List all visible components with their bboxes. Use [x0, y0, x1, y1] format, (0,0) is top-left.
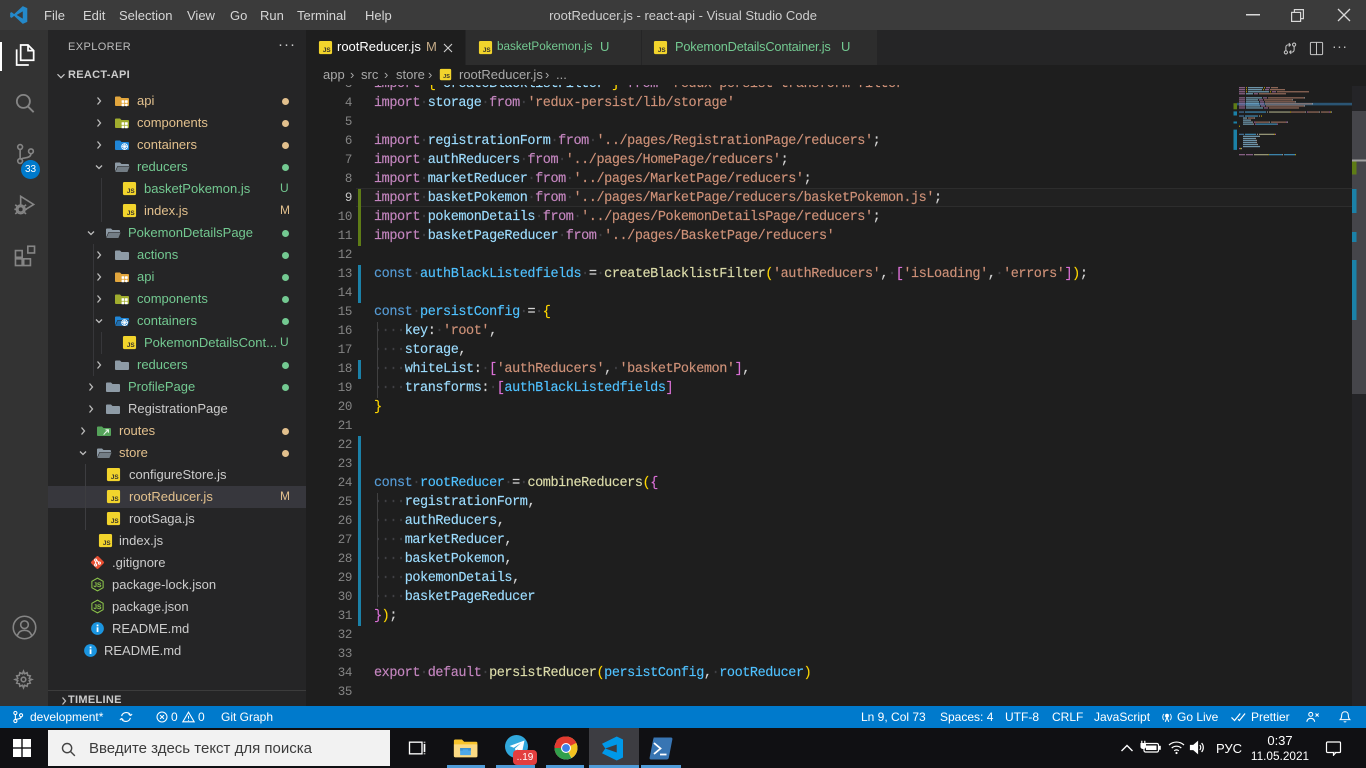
svg-text:JS: JS	[127, 342, 135, 349]
svg-text:JS: JS	[94, 604, 102, 611]
svg-text:JS: JS	[111, 518, 119, 525]
svg-text:JS: JS	[658, 47, 666, 54]
svg-text:JS: JS	[323, 47, 331, 54]
svg-text:JS: JS	[94, 582, 102, 589]
svg-text:JS: JS	[103, 540, 111, 547]
svg-text:JS: JS	[127, 210, 135, 217]
svg-text:JS: JS	[111, 474, 119, 481]
svg-text:JS: JS	[443, 74, 450, 80]
svg-text:JS: JS	[483, 47, 491, 54]
svg-text:JS: JS	[127, 188, 135, 195]
svg-text:JS: JS	[111, 496, 119, 503]
